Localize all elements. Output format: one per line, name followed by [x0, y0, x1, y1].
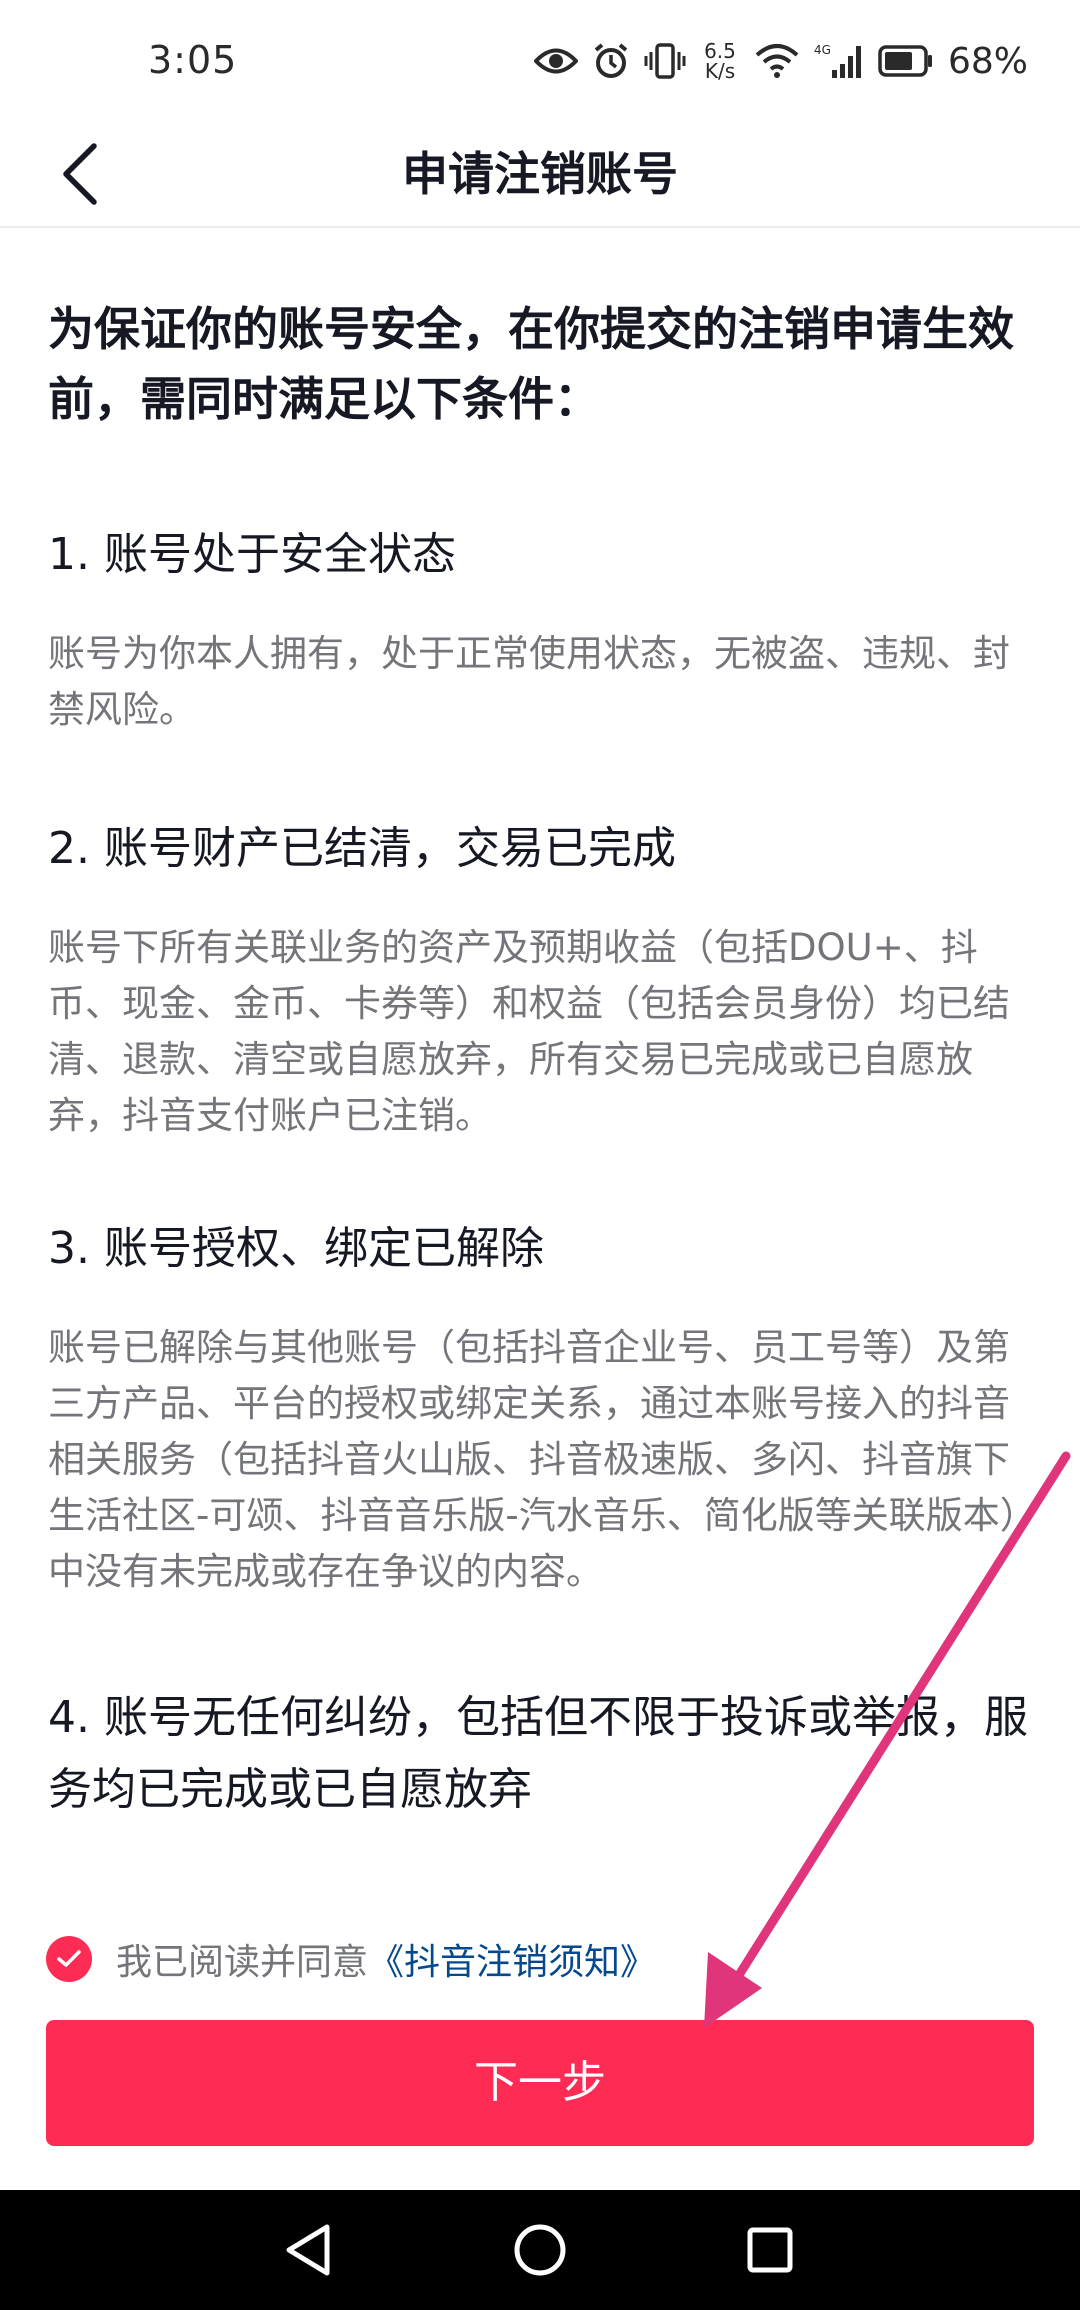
- battery-percent: 68%: [947, 40, 1028, 82]
- condition-body-2: 账号下所有关联业务的资产及预期收益（包括DOU+、抖币、现金、金币、卡券等）和权…: [48, 926, 1010, 1137]
- check-icon: [57, 1950, 81, 1967]
- status-bar: 3:05 6.5 K/s 4G 68%: [0, 0, 1080, 120]
- vibrate-icon: [644, 43, 686, 79]
- next-step-button[interactable]: 下一步: [46, 2020, 1034, 2146]
- agreement-checkbox[interactable]: [46, 1936, 92, 1982]
- status-time: 3:05: [148, 38, 238, 82]
- system-home-button[interactable]: [470, 2190, 610, 2310]
- system-recents-button[interactable]: [700, 2190, 840, 2310]
- nav-bar: 申请注销账号: [0, 120, 1080, 228]
- intro-text: 为保证你的账号安全，在你提交的注销申请生效前，需同时满足以下条件：: [48, 302, 1014, 426]
- agreement-row: 我已阅读并同意 《抖音注销须知》: [46, 1932, 656, 1986]
- circle-home-icon: [514, 2224, 566, 2276]
- triangle-back-icon: [286, 2224, 330, 2276]
- notice-content: 为保证你的账号安全，在你提交的注销申请生效前，需同时满足以下条件： 1. 账号处…: [48, 228, 1038, 1826]
- condition-heading-3: 3. 账号授权、绑定已解除: [48, 1223, 544, 1274]
- status-icons: 6.5 K/s 4G 68%: [533, 36, 1028, 86]
- condition-heading-1: 1. 账号处于安全状态: [48, 529, 456, 580]
- square-recents-icon: [747, 2227, 793, 2273]
- condition-body-3: 账号已解除与其他账号（包括抖音企业号、员工号等）及第三方产品、平台的授权或绑定关…: [48, 1326, 1037, 1593]
- condition-heading-2: 2. 账号财产已结清，交易已完成: [48, 823, 676, 874]
- condition-body-1: 账号为你本人拥有，处于正常使用状态，无被盗、违规、封禁风险。: [48, 632, 1010, 731]
- network-speed-value: 6.5: [704, 39, 736, 63]
- cellular-signal-icon: 4G: [814, 43, 861, 78]
- network-type: 4G: [814, 43, 831, 57]
- agreement-text: 我已阅读并同意: [116, 1942, 369, 1983]
- network-speed: 6.5 K/s: [700, 41, 740, 81]
- alarm-icon: [594, 43, 628, 78]
- cancellation-notice-link[interactable]: 《抖音注销须知》: [368, 1933, 656, 1985]
- system-back-button[interactable]: [238, 2190, 378, 2310]
- system-navigation-bar: [0, 2190, 1080, 2310]
- condition-heading-4: 4. 账号无任何纠纷，包括但不限于投诉或举报，服务均已完成或已自愿放弃: [48, 1692, 1028, 1815]
- wifi-icon: [755, 44, 799, 78]
- page-title: 申请注销账号: [402, 147, 678, 201]
- eye-icon: [533, 48, 578, 74]
- network-speed-unit: K/s: [704, 59, 736, 83]
- battery-icon: [878, 45, 932, 77]
